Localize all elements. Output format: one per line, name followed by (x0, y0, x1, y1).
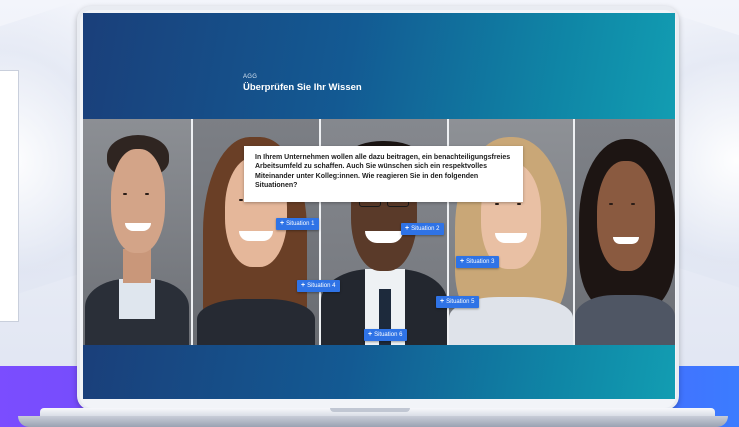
hotspot-situation-5[interactable]: + Situation 5 (436, 296, 480, 308)
plus-icon: + (368, 331, 373, 338)
question-text: In Ihrem Unternehmen wollen alle dazu be… (255, 154, 511, 189)
plus-icon: + (301, 282, 306, 289)
person-photo-1 (83, 119, 191, 345)
hotspot-label: Situation 6 (374, 332, 403, 338)
hotspot-label: Situation 3 (466, 259, 495, 265)
plus-icon: + (440, 298, 445, 305)
hotspot-situation-2[interactable]: + Situation 2 (401, 223, 445, 235)
hotspot-label: Situation 1 (286, 221, 315, 227)
question-card: In Ihrem Unternehmen wollen alle dazu be… (244, 146, 523, 202)
laptop-notch (330, 408, 410, 412)
laptop-base (0, 408, 739, 427)
lesson-title: Überprüfen Sie Ihr Wissen (243, 82, 362, 93)
laptop-screen: AGG Überprüfen Sie Ihr Wissen In Ihrem U… (83, 13, 675, 399)
hotspot-label: Situation 5 (446, 299, 475, 305)
hotspot-label: Situation 4 (307, 283, 336, 289)
plus-icon: + (460, 258, 465, 265)
hotspot-situation-4[interactable]: + Situation 4 (297, 280, 341, 292)
hotspot-situation-1[interactable]: + Situation 1 (276, 218, 320, 230)
hotspot-situation-6[interactable]: + Situation 6 (364, 329, 408, 341)
lesson-header: AGG Überprüfen Sie Ihr Wissen (83, 13, 675, 119)
lesson-footer (83, 345, 675, 399)
plus-icon: + (280, 220, 285, 227)
hotspot-situation-3[interactable]: + Situation 3 (456, 256, 500, 268)
background-card (0, 70, 19, 322)
plus-icon: + (405, 225, 410, 232)
person-photo-5 (575, 119, 675, 345)
hotspot-label: Situation 2 (411, 226, 440, 232)
lesson-kicker: AGG (243, 74, 258, 80)
